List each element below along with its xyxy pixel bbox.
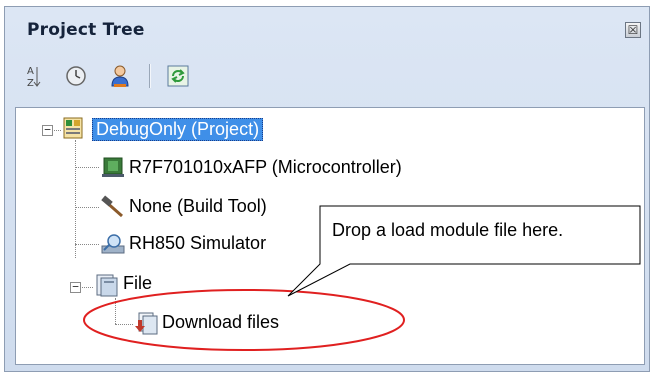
tree-item-download-files[interactable]: Download files [162, 312, 279, 333]
panel-title: Project Tree [27, 20, 145, 40]
toolbar: A Z [17, 56, 643, 96]
tree-connector [115, 324, 133, 325]
tree-item-file[interactable]: File [123, 273, 152, 294]
svg-text:Z: Z [27, 78, 34, 89]
file-folder-icon [94, 272, 120, 302]
tree-item-project[interactable]: DebugOnly (Project) [92, 118, 264, 141]
file-expander[interactable]: − [70, 281, 81, 293]
clock-icon[interactable] [61, 61, 91, 91]
root-expander[interactable]: − [42, 124, 53, 136]
microcontroller-icon [100, 155, 126, 183]
toolbar-separator [149, 64, 151, 88]
panel-titlebar: Project Tree ☒ [5, 7, 649, 53]
tree-item-microcontroller[interactable]: R7F701010xAFP (Microcontroller) [129, 157, 402, 178]
tree-item-simulator[interactable]: RH850 Simulator [129, 233, 266, 254]
hammer-icon [100, 195, 126, 223]
project-icon [62, 116, 88, 144]
close-icon[interactable]: ☒ [625, 22, 641, 38]
tree-connector [75, 140, 76, 258]
simulator-icon [100, 232, 126, 260]
tree-item-build-tool[interactable]: None (Build Tool) [129, 196, 267, 217]
download-files-icon [134, 310, 160, 340]
tree-connector [75, 244, 99, 245]
refresh-icon[interactable] [163, 61, 193, 91]
svg-text:A: A [27, 66, 34, 77]
person-icon[interactable] [105, 61, 135, 91]
tree-connector [75, 207, 99, 208]
callout-text: Drop a load module file here. [332, 220, 564, 240]
sort-icon[interactable]: A Z [17, 61, 47, 91]
tree-connector [75, 167, 99, 168]
